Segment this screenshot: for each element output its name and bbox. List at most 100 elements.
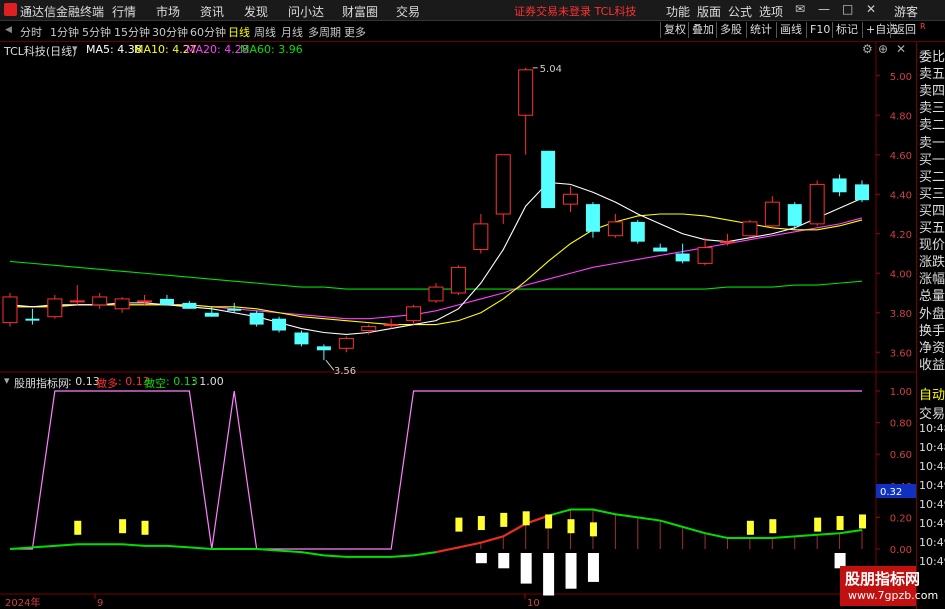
ind-yellow-bar — [545, 514, 553, 529]
low-marker — [325, 359, 335, 371]
ma20-line — [10, 217, 863, 320]
trade-log-5: 10:49 — [919, 479, 945, 492]
candle-up — [450, 266, 466, 294]
quote-field-18: 收益 — [919, 357, 945, 373]
watermark-title: 股朋指标网 — [845, 570, 921, 588]
trade-log-2: 10:48 — [919, 422, 945, 435]
time-label: 9 — [97, 598, 103, 609]
time-label: 2024年 — [5, 596, 40, 609]
candle-up — [92, 296, 108, 306]
ind-yellow-bar — [74, 520, 82, 535]
ind-white-bar — [520, 553, 532, 584]
panel-r-label: R — [920, 22, 926, 31]
candle-down — [294, 332, 309, 345]
candle-down — [787, 204, 802, 226]
ind-yellow-bar — [500, 512, 508, 527]
ind-yellow-bar — [567, 519, 575, 534]
price-label: 4.80 — [890, 111, 912, 122]
trade-log-0[interactable]: 自动 — [919, 384, 945, 403]
ind-red-line — [435, 514, 549, 554]
high-annotation: 5.04 — [540, 64, 562, 75]
trade-log-9: 10:49 — [919, 555, 945, 568]
candle-up — [742, 221, 758, 237]
ind-yellow-bar — [477, 516, 485, 531]
ma5-line — [9, 181, 863, 336]
price-label: 3.60 — [890, 348, 912, 359]
candle-down — [25, 318, 40, 321]
ind-step-line — [10, 390, 862, 550]
price-label: 3.80 — [890, 309, 912, 320]
candle-down — [272, 318, 287, 331]
candle-down — [182, 302, 197, 309]
candle-down — [227, 308, 242, 311]
time-label: 10 — [527, 598, 540, 609]
price-label: 4.00 — [890, 269, 912, 280]
ind-yellow-bar — [814, 517, 822, 532]
ind-green-line — [9, 508, 863, 558]
ind-yellow-bar — [746, 520, 754, 535]
trade-log-8: 10:49 — [919, 536, 945, 549]
candle-up — [607, 221, 623, 237]
kline-chart[interactable]: 5.00 4.80 4.60 4.40 4.20 4.00 3.80 3.60 5.04 3.56… — [0, 0, 916, 609]
candle-down — [249, 312, 264, 325]
quote-panel: 委比 卖五 卖四 卖三 卖二 卖一 买一 买二 买三 买四 买五 现价 涨跌 涨幅 总量 外盘 换手 净资 收益 自… — [916, 42, 945, 609]
trade-log-7: 10:49 — [919, 517, 945, 530]
ind-axis-label: 0.80 — [890, 419, 912, 430]
candle-down — [204, 312, 219, 317]
candle-down — [630, 221, 645, 242]
ind-white-bar — [587, 553, 599, 582]
ind-yellow-bar — [522, 511, 530, 526]
ind-white-bar — [543, 553, 555, 596]
ind-axis-label: 0.20 — [890, 513, 912, 524]
candle-up — [809, 183, 825, 225]
candle-up — [473, 223, 489, 251]
ind-yellow-bar — [836, 516, 844, 531]
ind-yellow-bar — [455, 517, 463, 532]
ind-axis-label: 1.00 — [890, 387, 912, 398]
trade-log-4: 10:48 — [919, 460, 945, 473]
watermark-url: www.7gpzb.com — [848, 589, 939, 602]
ind-cursor-value: 0.32 — [880, 487, 902, 498]
ind-white-bar — [565, 553, 577, 589]
candle-up — [114, 298, 130, 310]
candle-up — [2, 296, 18, 324]
ind-white-bar — [475, 553, 487, 564]
candle-up — [383, 324, 399, 327]
ind-yellow-bar — [589, 522, 597, 537]
ind-axis-label: 0.00 — [890, 545, 912, 556]
candle-up — [406, 306, 422, 322]
candle-down — [316, 346, 331, 351]
candle-up — [338, 337, 354, 349]
candle-down — [855, 184, 869, 201]
price-label: 4.20 — [890, 230, 912, 241]
ind-yellow-bar — [119, 519, 127, 534]
candle-down — [585, 204, 600, 232]
trade-log-1: 交易 — [919, 407, 945, 422]
ind-yellow-bar — [769, 519, 777, 534]
candle-down — [832, 178, 847, 193]
price-label: 4.40 — [890, 190, 912, 201]
candle-up — [47, 298, 63, 318]
price-label: 5.00 — [890, 72, 912, 83]
candle-up — [764, 201, 780, 227]
trade-log-6: 10:49 — [919, 498, 945, 511]
price-label: 4.60 — [890, 151, 912, 162]
candle-up — [428, 286, 444, 302]
candle-up — [137, 300, 153, 303]
candle-up — [69, 300, 85, 303]
candle-up — [697, 247, 713, 264]
ind-white-bar — [498, 553, 510, 569]
candle-down — [541, 150, 556, 209]
candle-up — [361, 326, 377, 332]
candle-down — [675, 253, 690, 262]
candle-up — [563, 193, 579, 205]
candle-up — [719, 241, 735, 244]
candle-down — [653, 247, 668, 252]
candle-up — [495, 154, 511, 215]
ind-axis-label: 0.60 — [890, 450, 912, 461]
low-annotation: 3.56 — [334, 366, 356, 377]
trade-log-3: 10:48 — [919, 441, 945, 454]
ind-yellow-bar — [141, 520, 149, 535]
candle-up — [518, 69, 534, 116]
candle-down — [159, 298, 174, 305]
